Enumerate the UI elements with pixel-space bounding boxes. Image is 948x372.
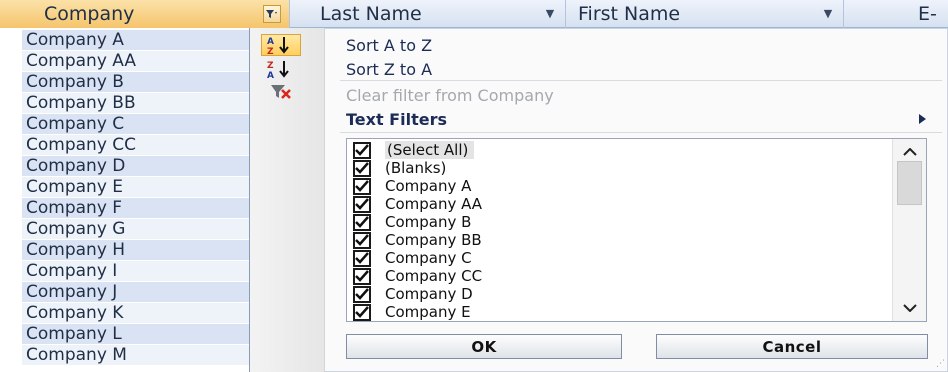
list-item[interactable]: (Blanks): [353, 159, 446, 177]
scroll-up-icon[interactable]: [893, 143, 926, 161]
checkbox-checked-icon[interactable]: [353, 213, 371, 231]
table-cell[interactable]: Company AA: [22, 51, 249, 72]
scroll-down-icon[interactable]: [893, 299, 926, 317]
list-item-label: Company D: [385, 285, 473, 303]
sort-z-to-a-item[interactable]: Sort Z to A: [346, 60, 432, 79]
checkbox-checked-icon[interactable]: [353, 159, 371, 177]
list-item[interactable]: Company A: [353, 177, 471, 195]
list-item-label: (Select All): [385, 141, 475, 159]
cancel-button[interactable]: Cancel: [656, 334, 928, 359]
filter-value-list[interactable]: (Select All) (Blanks) Company A Company …: [346, 138, 927, 322]
text-filters-item[interactable]: Text Filters: [346, 110, 447, 129]
checkbox-checked-icon[interactable]: [353, 249, 371, 267]
table-cell[interactable]: Company D: [22, 156, 249, 177]
checkbox-checked-icon[interactable]: [353, 267, 371, 285]
list-item-label: Company C: [385, 249, 472, 267]
checkbox-checked-icon[interactable]: [353, 177, 371, 195]
dropdown-arrow-icon[interactable]: ▼: [541, 5, 559, 23]
table-cell[interactable]: Company J: [22, 282, 249, 303]
checkbox-checked-icon[interactable]: [353, 285, 371, 303]
table-cell[interactable]: Company M: [22, 345, 249, 366]
table-cell[interactable]: Company B: [22, 72, 249, 93]
svg-text:Z: Z: [267, 61, 274, 71]
list-item-label: Company B: [385, 213, 472, 231]
menu-separator: [340, 80, 942, 81]
list-item-label: (Blanks): [385, 159, 447, 177]
sort-a-to-z-item[interactable]: Sort A to Z: [346, 36, 432, 55]
clear-filter-icon: [261, 80, 301, 102]
column-header-label: Last Name: [320, 2, 422, 25]
list-item[interactable]: Company CC: [353, 267, 482, 285]
table-cell[interactable]: Company K: [22, 303, 249, 324]
ok-button[interactable]: OK: [346, 334, 622, 359]
column-header-first-name[interactable]: First Name ▼: [566, 0, 844, 28]
list-item[interactable]: Company B: [353, 213, 471, 231]
list-scrollbar[interactable]: [892, 139, 926, 321]
scrollbar-thumb[interactable]: [897, 161, 922, 205]
column-header-last-name[interactable]: Last Name ▼: [290, 0, 566, 28]
column-header-label: First Name: [578, 2, 681, 25]
table-cell[interactable]: Company G: [22, 219, 249, 240]
list-item[interactable]: Company BB: [353, 231, 482, 249]
column-header-company[interactable]: Company: [0, 0, 290, 28]
table-cell[interactable]: Company BB: [22, 93, 249, 114]
list-item[interactable]: Company D: [353, 285, 473, 303]
table-cell[interactable]: Company CC: [22, 135, 249, 156]
submenu-arrow-icon: [919, 114, 926, 124]
checkbox-checked-icon[interactable]: [353, 195, 371, 213]
filter-active-icon[interactable]: [263, 4, 281, 23]
clear-filter-item: Clear filter from Company: [346, 86, 554, 105]
table-cell[interactable]: Company I: [22, 261, 249, 282]
table-cell[interactable]: Company A: [22, 30, 249, 51]
list-item-label: Company BB: [385, 231, 482, 249]
list-item-label: Company A: [385, 177, 472, 195]
table-cell[interactable]: Company H: [22, 240, 249, 261]
checkbox-checked-icon[interactable]: [353, 303, 371, 321]
column-header-e[interactable]: E-: [844, 0, 948, 28]
table-cell[interactable]: Company E: [22, 177, 249, 198]
checkbox-checked-icon[interactable]: [353, 141, 371, 159]
column-header-row: Company Last Name ▼ First Name ▼ E-: [0, 0, 948, 28]
list-item-label: Company E: [385, 303, 471, 321]
list-item[interactable]: Company C: [353, 249, 472, 267]
dropdown-arrow-icon[interactable]: ▼: [819, 5, 837, 23]
list-item-label: Company AA: [385, 195, 483, 213]
autofilter-dropdown: A Z Z A Sort A to Z Sort Z to A Clear fi…: [249, 28, 948, 372]
column-header-label: E-: [918, 2, 937, 25]
column-header-label: Company: [44, 2, 135, 25]
svg-text:Z: Z: [267, 47, 274, 55]
table-cell[interactable]: Company C: [22, 114, 249, 135]
list-item[interactable]: Company AA: [353, 195, 482, 213]
sort-descending-icon[interactable]: Z A: [261, 58, 301, 80]
resize-grip-icon[interactable]: ⋰: [936, 359, 945, 369]
table-cell[interactable]: Company F: [22, 198, 249, 219]
svg-text:A: A: [267, 71, 274, 79]
checkbox-checked-icon[interactable]: [353, 231, 371, 249]
list-item[interactable]: (Select All): [353, 141, 475, 159]
list-item[interactable]: Company E: [353, 303, 471, 321]
list-item-label: Company CC: [385, 267, 483, 285]
table-cell[interactable]: Company L: [22, 324, 249, 345]
svg-text:A: A: [267, 37, 274, 47]
sort-ascending-icon[interactable]: A Z: [261, 34, 301, 56]
menu-separator: [340, 132, 942, 133]
